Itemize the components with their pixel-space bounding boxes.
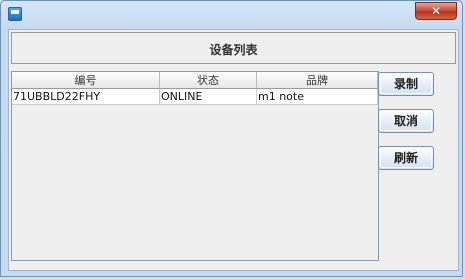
refresh-button[interactable]: 刷新 (378, 146, 434, 170)
cancel-button[interactable]: 取消 (378, 109, 434, 133)
cell-brand[interactable]: m1 note (257, 89, 378, 105)
cancel-button-label: 取消 (393, 114, 418, 128)
close-button[interactable]: ✕ (415, 2, 457, 20)
close-icon: ✕ (430, 4, 442, 18)
title-bar: ✕ (1, 1, 462, 27)
refresh-button-label: 刷新 (393, 151, 418, 165)
cell-status[interactable]: ONLINE (160, 89, 257, 105)
device-table: 编号 状态 品牌 71UBBLD22FHY ONLINE m1 note (12, 72, 378, 105)
header-panel: 设备列表 (11, 32, 456, 64)
table-header: 编号 状态 品牌 (12, 72, 378, 89)
record-button-label: 录制 (393, 77, 418, 91)
column-header-brand[interactable]: 品牌 (257, 72, 378, 89)
cell-device-id[interactable]: 71UBBLD22FHY (12, 89, 160, 105)
app-window-icon (8, 7, 22, 21)
table-row[interactable]: 71UBBLD22FHY ONLINE m1 note (12, 89, 378, 105)
column-header-id[interactable]: 编号 (12, 72, 160, 89)
device-list-window: ✕ 设备列表 编号 状态 品牌 71UBBLD22FHY ONLINE m1 n… (0, 0, 463, 277)
device-table-panel: 编号 状态 品牌 71UBBLD22FHY ONLINE m1 note (11, 71, 379, 261)
column-header-status[interactable]: 状态 (160, 72, 257, 89)
record-button[interactable]: 录制 (378, 72, 434, 96)
page-title: 设备列表 (209, 43, 258, 57)
